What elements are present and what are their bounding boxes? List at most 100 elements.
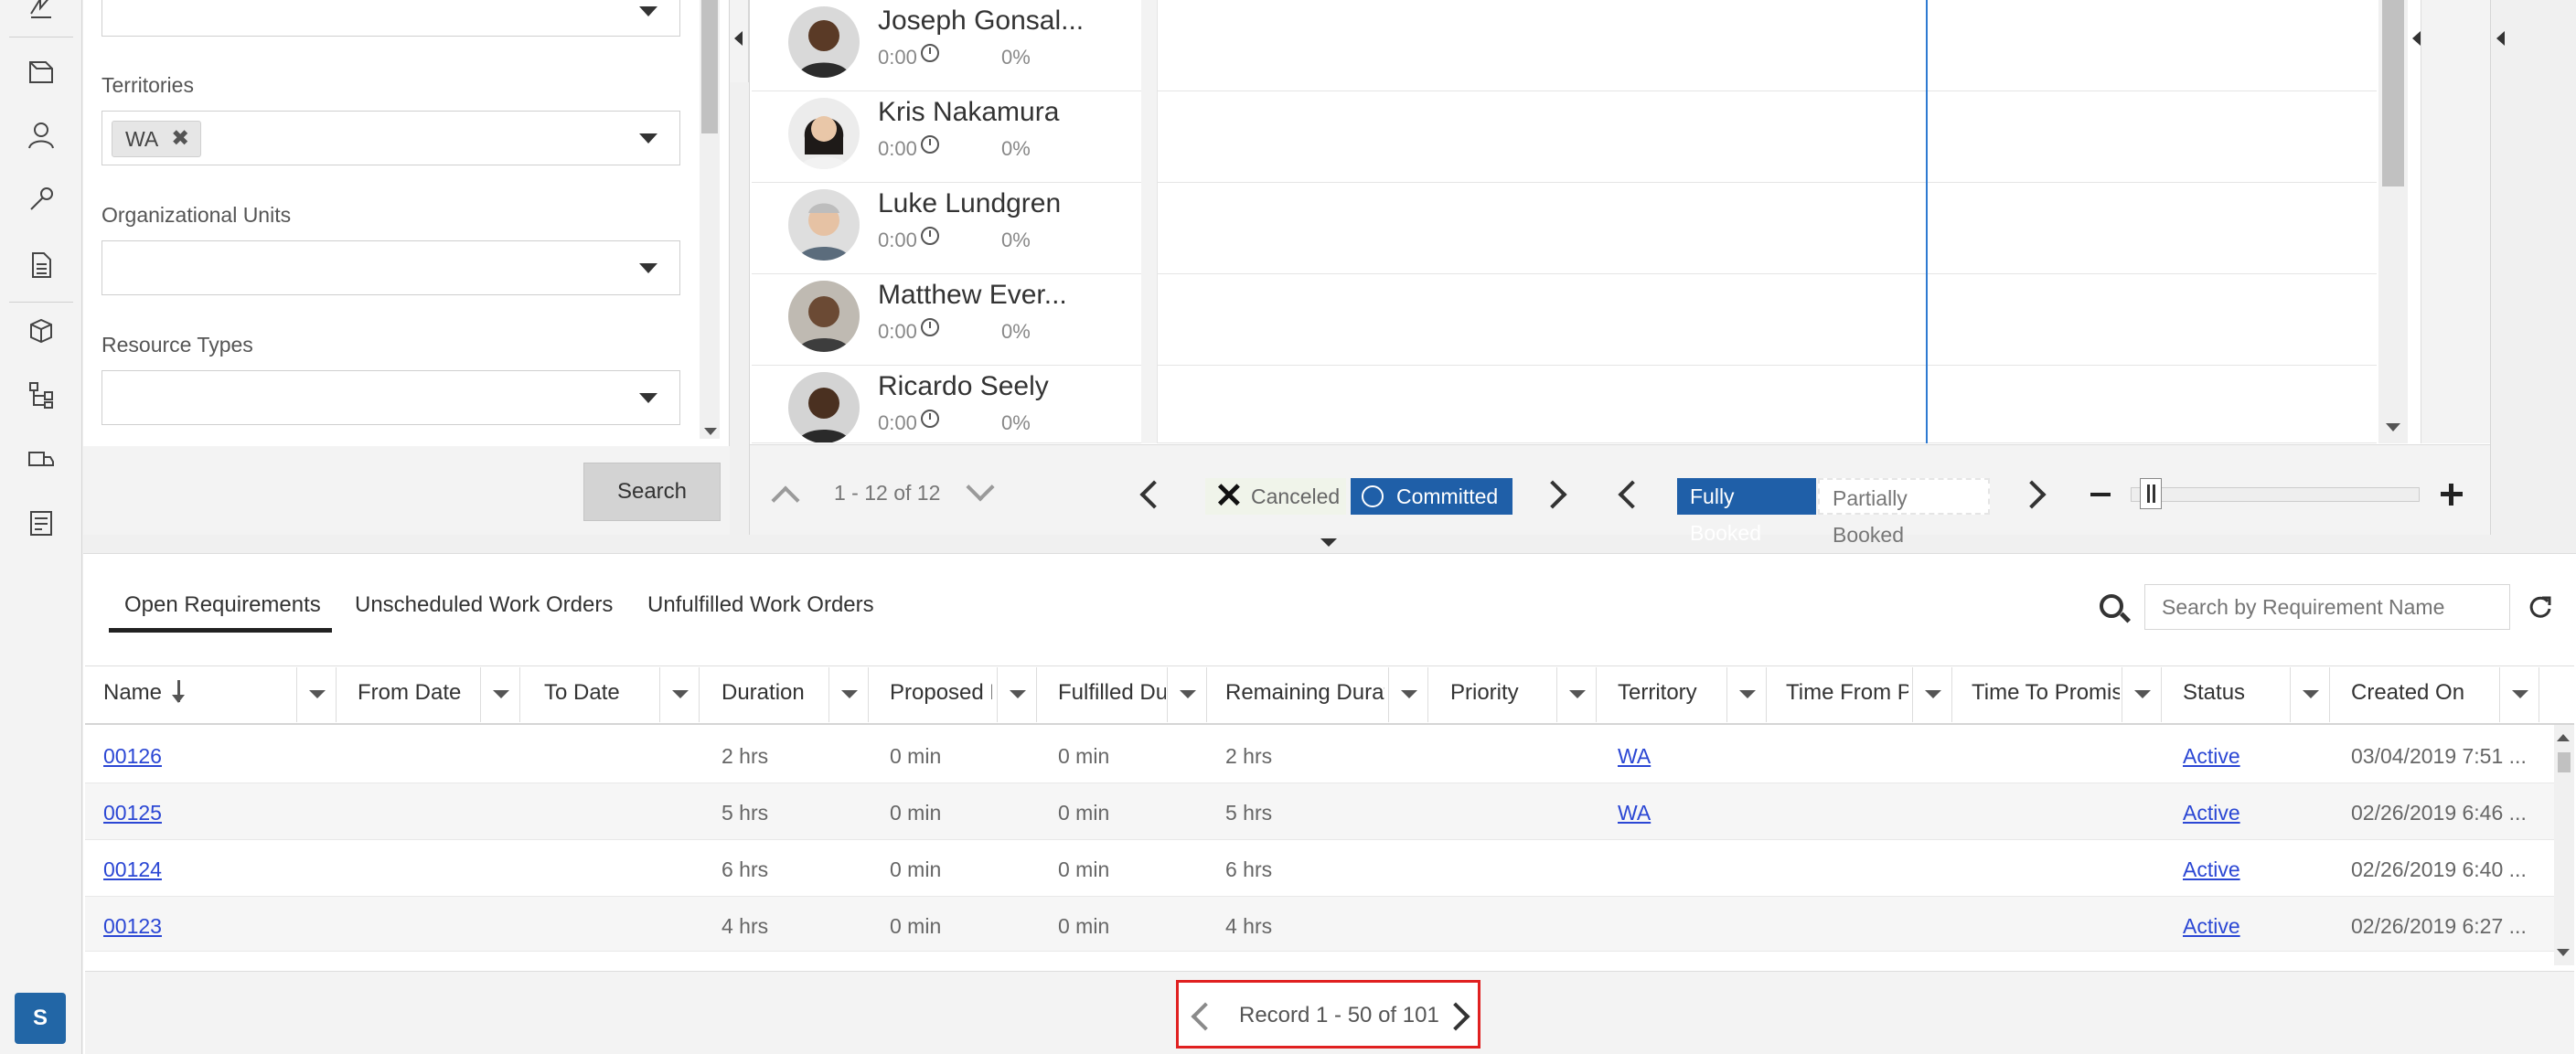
chevron-down-icon bbox=[639, 263, 657, 273]
lightning-icon[interactable] bbox=[25, 0, 58, 22]
column-menu-button[interactable] bbox=[1167, 667, 1207, 722]
resource-row[interactable]: Luke Lundgren 0:00 0% bbox=[752, 183, 1141, 274]
column-header-status[interactable]: Status bbox=[2183, 680, 2293, 706]
requirement-name-link[interactable]: 00126 bbox=[103, 744, 162, 769]
resource-row[interactable]: Kris Nakamura 0:00 0% bbox=[752, 91, 1141, 183]
expand-details-button[interactable] bbox=[2408, 0, 2428, 82]
board-scrollbar-thumb[interactable] bbox=[2382, 0, 2404, 186]
zoom-slider[interactable] bbox=[2131, 487, 2420, 502]
legend-fully-booked[interactable]: Fully Booked bbox=[1677, 478, 1816, 545]
territory-tag-label: WA bbox=[125, 127, 159, 151]
column-menu-button[interactable] bbox=[480, 667, 520, 722]
panel-splitter-icon[interactable] bbox=[1320, 538, 1337, 547]
legend-canceled[interactable]: ✕ Canceled bbox=[1205, 478, 1346, 515]
resource-row[interactable]: Joseph Gonsal... 0:00 0% bbox=[752, 0, 1141, 91]
resource-utilization: 0% bbox=[1001, 320, 1031, 343]
legend-committed[interactable]: Committed bbox=[1351, 478, 1512, 515]
column-header-remaining-duration[interactable]: Remaining Durat bbox=[1225, 680, 1384, 706]
column-header-fulfilled-duration[interactable]: Fulfilled Du bbox=[1058, 680, 1166, 706]
proposed-duration-cell: 0 min bbox=[890, 801, 942, 825]
column-header-time-to-promised[interactable]: Time To Promis bbox=[1972, 680, 2120, 706]
column-header-from-date[interactable]: From Date bbox=[358, 680, 476, 706]
column-header-territory[interactable]: Territory bbox=[1618, 680, 1723, 706]
column-header-time-from-promised[interactable]: Time From P bbox=[1786, 680, 1908, 706]
territories-select[interactable]: WA ✖ bbox=[102, 111, 680, 165]
requirement-name-link[interactable]: 00125 bbox=[103, 801, 162, 825]
column-header-proposed-duration[interactable]: Proposed D bbox=[890, 680, 992, 706]
fulfilled-duration-cell: 0 min bbox=[1058, 857, 1110, 881]
search-button[interactable]: Search bbox=[583, 463, 721, 521]
column-header-created-on[interactable]: Created On bbox=[2351, 680, 2488, 706]
status-link[interactable]: Active bbox=[2183, 857, 2240, 882]
requirement-name-link[interactable]: 00123 bbox=[103, 914, 162, 939]
resource-hours: 0:00 bbox=[878, 137, 917, 160]
timeline-row[interactable] bbox=[1157, 366, 2377, 443]
collapse-filter-button[interactable] bbox=[730, 0, 749, 82]
resource-types-select[interactable] bbox=[102, 370, 680, 425]
column-menu-button[interactable] bbox=[997, 667, 1037, 722]
zoom-slider-handle[interactable] bbox=[2140, 478, 2162, 509]
zoom-in-icon[interactable] bbox=[2449, 484, 2453, 506]
org-units-select[interactable] bbox=[102, 240, 680, 295]
timeline-row[interactable] bbox=[1157, 274, 2377, 366]
resource-utilization: 0% bbox=[1001, 137, 1031, 160]
column-header-priority[interactable]: Priority bbox=[1450, 680, 1560, 706]
book-icon[interactable] bbox=[25, 55, 58, 88]
chevron-down-icon bbox=[639, 133, 657, 144]
timeline-row[interactable] bbox=[1157, 183, 2377, 274]
territory-link[interactable]: WA bbox=[1618, 744, 1651, 769]
resource-row[interactable]: Matthew Ever... 0:00 0% bbox=[752, 274, 1141, 366]
wrench-icon[interactable] bbox=[25, 183, 58, 216]
zoom-out-icon[interactable] bbox=[2090, 493, 2111, 496]
scroll-down-icon[interactable] bbox=[704, 428, 717, 435]
resource-name: Kris Nakamura bbox=[878, 97, 1060, 127]
refresh-icon[interactable] bbox=[2528, 594, 2553, 620]
scroll-down-icon[interactable] bbox=[2557, 949, 2570, 956]
grid-scrollbar-thumb[interactable] bbox=[2558, 752, 2571, 772]
chevron-down-icon bbox=[639, 393, 657, 403]
checklist-icon[interactable] bbox=[25, 506, 58, 539]
created-on-cell: 02/26/2019 6:27 ... bbox=[2351, 914, 2527, 938]
remove-tag-icon[interactable]: ✖ bbox=[171, 122, 189, 156]
scroll-up-icon[interactable] bbox=[2557, 734, 2570, 741]
territory-link[interactable]: WA bbox=[1618, 801, 1651, 825]
column-menu-button[interactable] bbox=[2122, 667, 2162, 722]
requirement-name-link[interactable]: 00124 bbox=[103, 857, 162, 882]
boxes-icon[interactable] bbox=[25, 314, 58, 347]
board-divider[interactable] bbox=[1141, 0, 1157, 443]
status-link[interactable]: Active bbox=[2183, 914, 2240, 939]
resource-name: Matthew Ever... bbox=[878, 280, 1067, 310]
tab-open-requirements[interactable]: Open Requirements bbox=[124, 592, 321, 618]
column-header-duration[interactable]: Duration bbox=[721, 680, 822, 706]
scroll-down-icon[interactable] bbox=[2386, 423, 2400, 431]
requirement-search-input[interactable] bbox=[2144, 584, 2510, 630]
status-link[interactable]: Active bbox=[2183, 744, 2240, 769]
truck-icon[interactable] bbox=[25, 442, 58, 475]
column-menu-button[interactable] bbox=[1388, 667, 1428, 722]
column-menu-button[interactable] bbox=[296, 667, 337, 722]
tab-unscheduled-work-orders[interactable]: Unscheduled Work Orders bbox=[355, 592, 613, 618]
status-link[interactable]: Active bbox=[2183, 801, 2240, 825]
user-badge[interactable]: S bbox=[15, 993, 66, 1044]
column-header-to-date[interactable]: To Date bbox=[544, 680, 654, 706]
filter-scrollbar-thumb[interactable] bbox=[701, 0, 718, 133]
expand-pane-button[interactable] bbox=[2492, 0, 2512, 82]
column-menu-button[interactable] bbox=[1726, 667, 1767, 722]
person-icon[interactable] bbox=[25, 119, 58, 152]
filter-select-top[interactable] bbox=[102, 0, 680, 37]
column-menu-button[interactable] bbox=[659, 667, 700, 722]
column-menu-button[interactable] bbox=[2290, 667, 2330, 722]
column-menu-button[interactable] bbox=[828, 667, 869, 722]
current-time-line bbox=[1926, 0, 1928, 443]
column-menu-button[interactable] bbox=[2499, 667, 2539, 722]
tab-unfulfilled-work-orders[interactable]: Unfulfilled Work Orders bbox=[647, 592, 874, 618]
timeline-row[interactable] bbox=[1157, 0, 2377, 91]
hierarchy-icon[interactable] bbox=[25, 378, 58, 411]
column-menu-button[interactable] bbox=[1556, 667, 1597, 722]
column-menu-button[interactable] bbox=[1912, 667, 1952, 722]
document-icon[interactable] bbox=[25, 249, 58, 282]
column-header-name[interactable]: Name bbox=[103, 680, 162, 706]
timeline-row[interactable] bbox=[1157, 91, 2377, 183]
resource-row[interactable]: Ricardo Seely 0:00 0% bbox=[752, 366, 1141, 443]
legend-partially-booked[interactable]: Partially Booked bbox=[1818, 478, 1990, 547]
